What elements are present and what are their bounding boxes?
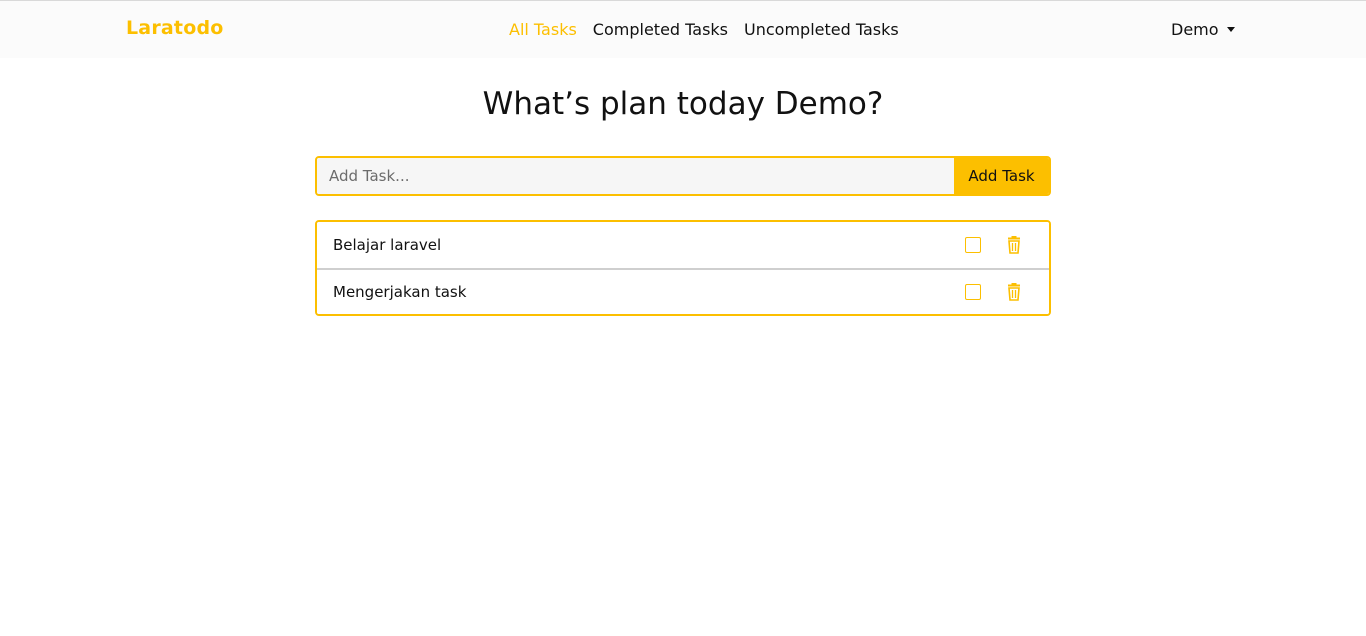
user-dropdown[interactable]: Demo [1171,20,1235,39]
task-list: Belajar laravel Mengerjakan task [315,220,1051,316]
nav-link-all-tasks[interactable]: All Tasks [509,20,577,39]
task-item: Belajar laravel [317,222,1049,268]
nav-link-completed-tasks[interactable]: Completed Tasks [593,20,728,39]
caret-down-icon [1226,27,1235,32]
add-task-form: Add Task [315,156,1051,196]
nav-links: All Tasks Completed Tasks Uncompleted Ta… [509,20,899,39]
page-title: What’s plan today Demo? [482,86,884,122]
add-task-button[interactable]: Add Task [954,158,1049,194]
task-name: Belajar laravel [333,236,442,254]
trash-icon[interactable] [1006,283,1022,301]
task-input[interactable] [317,158,954,194]
brand-logo[interactable]: Laratodo [126,17,224,39]
trash-icon[interactable] [1006,236,1022,254]
task-complete-checkbox[interactable] [965,237,981,253]
task-complete-checkbox[interactable] [965,284,981,300]
task-item: Mengerjakan task [317,268,1049,314]
navbar: Laratodo All Tasks Completed Tasks Uncom… [0,1,1366,58]
task-name: Mengerjakan task [333,283,467,301]
nav-link-uncompleted-tasks[interactable]: Uncompleted Tasks [744,20,899,39]
user-name: Demo [1171,20,1219,39]
